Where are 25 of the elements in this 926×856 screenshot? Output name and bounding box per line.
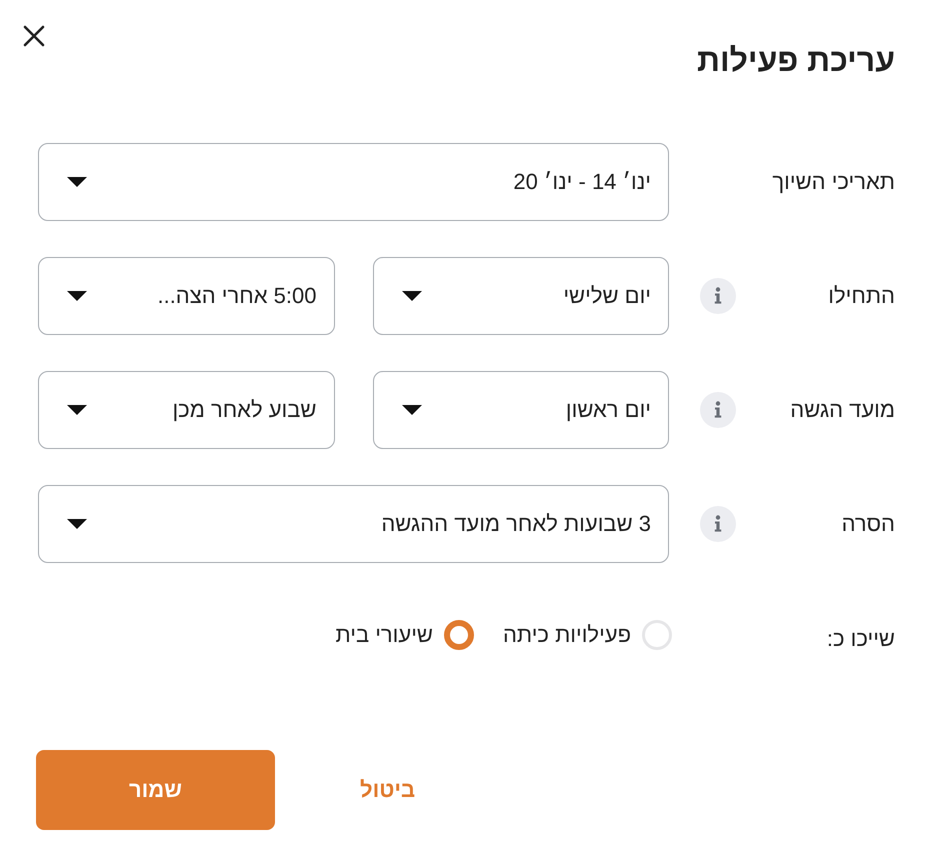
info-icon[interactable] bbox=[700, 278, 736, 314]
caret-icon bbox=[402, 405, 422, 415]
dialog-title: עריכת פעילות bbox=[696, 41, 895, 80]
radio-option[interactable]: פעילויות כיתה bbox=[502, 620, 672, 650]
dropdown-select[interactable]: שבוע לאחר מכן bbox=[38, 371, 334, 449]
close-button[interactable] bbox=[22, 24, 46, 48]
field-label: מועד הגשה bbox=[790, 396, 895, 424]
caret-icon bbox=[67, 177, 87, 187]
dropdown-select[interactable]: 3 שבועות לאחר מועד ההגשה bbox=[38, 485, 669, 563]
field-label: הסרה bbox=[842, 510, 895, 538]
caret-icon bbox=[67, 405, 87, 415]
info-icon[interactable] bbox=[700, 392, 736, 428]
caret-icon bbox=[67, 519, 87, 529]
dropdown-select[interactable]: יום ראשון bbox=[372, 371, 669, 449]
info-icon[interactable] bbox=[700, 506, 736, 542]
caret-icon bbox=[402, 291, 422, 301]
dropdown-select[interactable]: ינו׳ 14 - ינו׳ 20 bbox=[38, 143, 669, 221]
caret-icon bbox=[67, 291, 87, 301]
radio-option[interactable]: שיעורי בית bbox=[335, 620, 474, 650]
field-label: תאריכי השיוך bbox=[772, 168, 895, 196]
close-icon bbox=[23, 25, 45, 47]
dropdown-select[interactable]: יום שלישי bbox=[372, 257, 669, 335]
field-label: התחילו bbox=[828, 282, 895, 310]
dropdown-select[interactable]: 5:00 אחרי הצה... bbox=[38, 257, 334, 335]
field-label: שייכו כ: bbox=[826, 625, 895, 653]
